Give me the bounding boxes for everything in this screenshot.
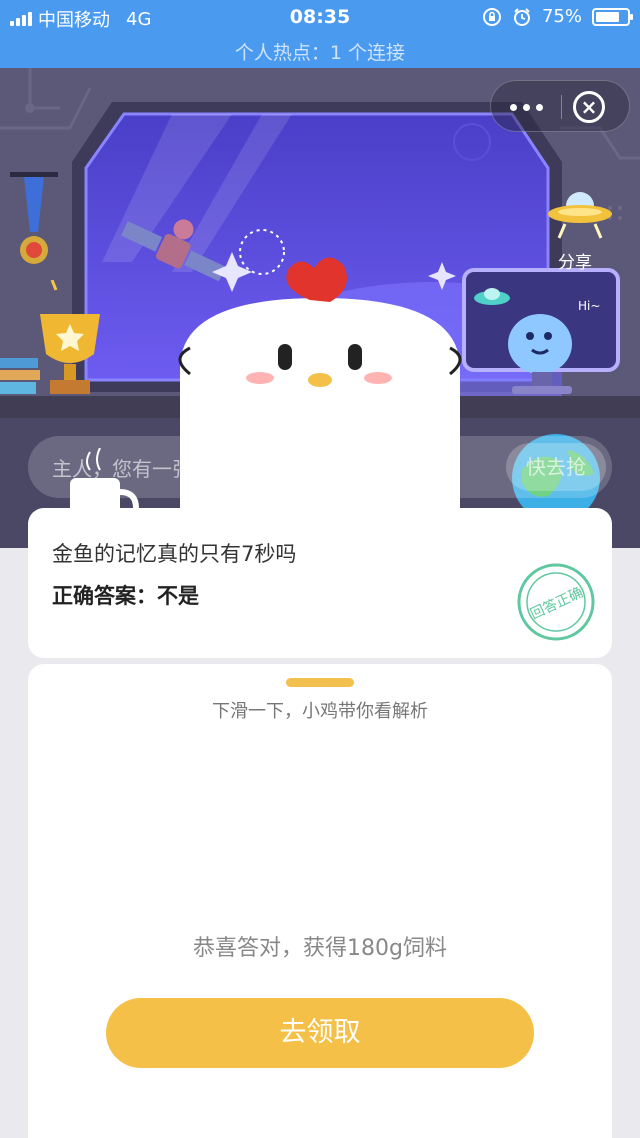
more-options-button[interactable] (491, 81, 561, 133)
grab-coupon-button[interactable]: 快去抢 (506, 443, 606, 491)
medal-icon (10, 172, 58, 264)
monitor-icon: Hi~ (462, 268, 620, 394)
hi-text: Hi~ (578, 299, 600, 313)
swipe-hint: 下滑一下，小鸡带你看解析 (212, 701, 428, 722)
capsule-menu: × (490, 80, 630, 132)
scene-background: Hi~ 主人，您有一张消费券待领取 快去抢 × 分享 (0, 68, 640, 548)
status-bar: 中国移动 4G 08:35 75% 个人热点：1 个连接 (0, 0, 640, 68)
hotspot-banner[interactable]: 个人热点：1 个连接 (0, 38, 640, 65)
reward-card: 下滑一下，小鸡带你看解析 恭喜答对，获得180g饲料 去领取 (28, 664, 612, 1138)
share-label: 分享 (558, 253, 592, 273)
status-right: 75% (482, 6, 633, 27)
stamp-text: 回答正确 (528, 584, 586, 623)
battery-icon (592, 7, 633, 26)
congrats-text: 恭喜答对，获得180g饲料 (193, 936, 447, 961)
ufo-icon (548, 192, 612, 239)
rotation-lock-icon (482, 7, 501, 26)
answer-line: 正确答案：不是 (52, 580, 199, 610)
chicken-mascot (178, 257, 462, 548)
drag-handle[interactable] (286, 678, 354, 687)
claim-button[interactable]: 去领取 (106, 998, 534, 1068)
coupon-banner-text: 主人，您有一张消费券待领取 (52, 457, 312, 481)
question-card: 金鱼的记忆真的只有7秒吗 正确答案：不是 回答正确 (28, 508, 612, 658)
books-icon (0, 358, 40, 394)
alarm-icon (513, 7, 530, 26)
close-button[interactable]: × (573, 91, 605, 123)
correct-stamp: 回答正确 (517, 563, 595, 641)
coupon-banner[interactable]: 主人，您有一张消费券待领取 快去抢 (28, 436, 612, 498)
answer-label: 正确答案： (52, 584, 157, 608)
answer-value: 不是 (157, 584, 199, 608)
share-button[interactable]: 分享 (540, 180, 620, 273)
question-text: 金鱼的记忆真的只有7秒吗 (52, 542, 297, 566)
capsule-divider (561, 95, 562, 119)
battery-percent: 75% (541, 6, 582, 27)
trophy-icon (40, 280, 100, 394)
